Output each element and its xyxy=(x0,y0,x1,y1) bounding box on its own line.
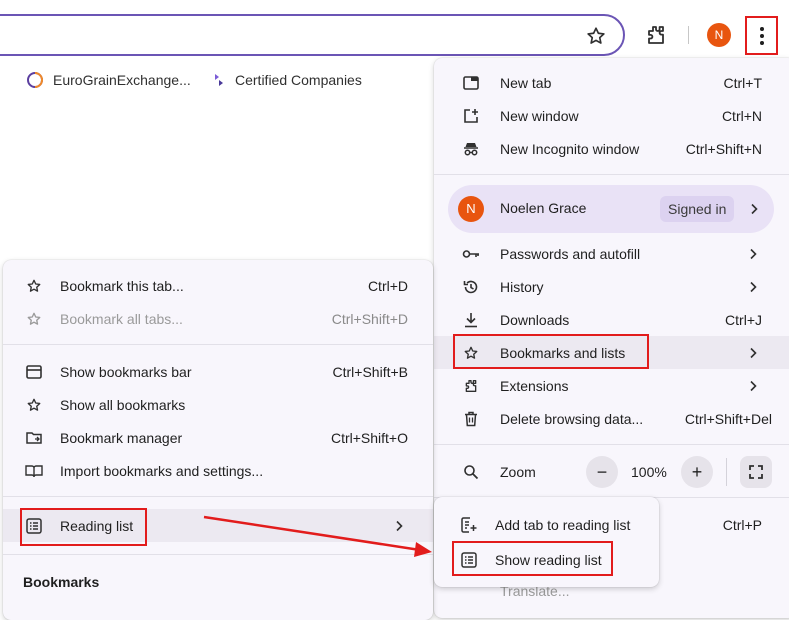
menu-item-new-window[interactable]: New window Ctrl+N xyxy=(434,99,789,132)
menu-item-label: Delete browsing data... xyxy=(500,410,644,427)
star-icon xyxy=(25,277,43,295)
bookmark-label: EuroGrainExchange... xyxy=(53,72,191,88)
menu-item-label: Zoom xyxy=(500,463,536,480)
menu-item-delete-browsing-data[interactable]: Delete browsing data... Ctrl+Shift+Del xyxy=(434,402,789,435)
stars-icon xyxy=(25,310,43,328)
profile-name: Noelen Grace xyxy=(500,200,587,216)
extensions-puzzle-icon[interactable] xyxy=(644,23,668,47)
chevron-right-icon xyxy=(396,520,403,531)
fullscreen-button[interactable] xyxy=(740,456,772,488)
shortcut-label: Ctrl+P xyxy=(722,516,762,533)
shortcut-label: Ctrl+T xyxy=(723,74,763,91)
profile-row[interactable]: N Noelen Grace Signed in xyxy=(448,185,774,233)
menu-item-label: Downloads xyxy=(500,311,570,328)
shortcut-label: Ctrl+Shift+Del xyxy=(684,410,772,427)
menu-item-label: Bookmark all tabs... xyxy=(60,310,183,327)
chevron-right-icon xyxy=(751,203,758,215)
menu-item-label: New tab xyxy=(500,74,552,91)
menu-item-show-all-bookmarks[interactable]: Show all bookmarks xyxy=(3,388,433,421)
profile-avatar: N xyxy=(458,196,484,222)
menu-item-new-tab[interactable]: New tab Ctrl+T xyxy=(434,66,789,99)
zoom-level: 100% xyxy=(631,464,667,480)
chevron-right-icon xyxy=(750,281,757,292)
extensions-puzzle-icon xyxy=(462,377,480,395)
trash-icon xyxy=(462,410,480,428)
shortcut-label: Ctrl+Shift+N xyxy=(685,140,762,157)
folder-icon xyxy=(25,429,43,447)
download-icon xyxy=(462,311,480,329)
shortcut-label: Ctrl+D xyxy=(367,277,408,294)
menu-item-label: Bookmark manager xyxy=(60,429,183,446)
menu-item-bookmark-this-tab[interactable]: Bookmark this tab... Ctrl+D xyxy=(3,269,433,302)
zoom-in-button[interactable]: + xyxy=(681,456,713,488)
fullscreen-icon xyxy=(749,465,763,479)
menu-separator xyxy=(3,496,433,497)
menu-item-history[interactable]: History xyxy=(434,270,789,303)
menu-item-label: History xyxy=(500,278,544,295)
menu-item-new-incognito[interactable]: New Incognito window Ctrl+Shift+N xyxy=(434,132,789,165)
history-icon xyxy=(462,278,480,296)
menu-item-downloads[interactable]: Downloads Ctrl+J xyxy=(434,303,789,336)
zoom-out-button[interactable]: − xyxy=(586,456,618,488)
zoom-divider xyxy=(726,458,727,486)
menu-item-label: Bookmark this tab... xyxy=(60,277,184,294)
menu-item-bookmark-manager[interactable]: Bookmark manager Ctrl+Shift+O xyxy=(3,421,433,454)
three-dots-icon xyxy=(759,26,764,45)
shortcut-label: Ctrl+N xyxy=(721,107,762,124)
shortcut-label: Ctrl+J xyxy=(725,311,762,328)
menu-item-label: Passwords and autofill xyxy=(500,245,641,262)
menu-separator xyxy=(434,174,789,175)
chevron-right-icon xyxy=(750,347,757,358)
menu-item-label: New window xyxy=(500,107,579,124)
address-bar[interactable] xyxy=(0,14,625,56)
menu-item-bookmark-all-tabs[interactable]: Bookmark all tabs... Ctrl+Shift+D xyxy=(3,302,433,335)
bookmark-certified-companies[interactable]: Certified Companies xyxy=(212,70,362,90)
menu-separator xyxy=(3,554,433,555)
key-icon xyxy=(462,245,480,263)
incognito-icon xyxy=(462,140,480,158)
menu-item-import-bookmarks[interactable]: Import bookmarks and settings... xyxy=(3,454,433,487)
bookmarks-submenu: Bookmark this tab... Ctrl+D Bookmark all… xyxy=(3,260,433,620)
new-window-icon xyxy=(462,107,480,125)
menu-item-label: Import bookmarks and settings... xyxy=(60,462,264,479)
book-icon xyxy=(25,462,43,480)
bookmark-eurograinexchange[interactable]: EuroGrainExchange... xyxy=(26,70,191,90)
shortcut-label: Ctrl+Shift+B xyxy=(332,363,408,380)
annotation-box-bookmarks-and-lists xyxy=(453,334,649,369)
shortcut-label: Ctrl+Shift+D xyxy=(331,310,408,327)
menu-item-label: Show all bookmarks xyxy=(60,396,186,413)
signed-in-badge: Signed in xyxy=(660,196,735,222)
shortcut-label: Ctrl+Shift+O xyxy=(330,429,408,446)
menu-item-extensions[interactable]: Extensions xyxy=(434,369,789,402)
stars-icon xyxy=(25,396,43,414)
add-to-list-icon xyxy=(460,516,478,534)
more-menu-button[interactable] xyxy=(745,16,778,55)
menu-separator xyxy=(434,444,789,445)
bookmarks-bar-icon xyxy=(25,363,43,381)
site-favicon-icon xyxy=(215,74,223,86)
bookmarks-section-title: Bookmarks xyxy=(23,574,100,590)
menu-separator xyxy=(3,344,433,345)
profile-avatar-button[interactable]: N xyxy=(707,23,731,47)
menu-item-show-bookmarks-bar[interactable]: Show bookmarks bar Ctrl+Shift+B xyxy=(3,355,433,388)
chevron-right-icon xyxy=(750,248,757,259)
bookmark-star-icon[interactable] xyxy=(585,25,607,47)
new-tab-icon xyxy=(462,74,480,92)
bookmark-label: Certified Companies xyxy=(235,72,362,88)
menu-item-label: Extensions xyxy=(500,377,569,394)
annotation-box-reading-list xyxy=(20,508,147,546)
site-favicon-icon xyxy=(27,72,43,88)
toolbar-divider xyxy=(688,26,689,44)
annotation-box-show-reading-list xyxy=(452,541,613,576)
chevron-right-icon xyxy=(750,380,757,391)
menu-item-add-tab-to-reading-list[interactable]: Add tab to reading list xyxy=(434,508,659,541)
menu-item-passwords[interactable]: Passwords and autofill xyxy=(434,237,789,270)
menu-item-label: New Incognito window xyxy=(500,140,640,157)
menu-item-label: Add tab to reading list xyxy=(495,516,631,533)
menu-item-label: Show bookmarks bar xyxy=(60,363,192,380)
zoom-magnifier-icon xyxy=(462,463,480,481)
